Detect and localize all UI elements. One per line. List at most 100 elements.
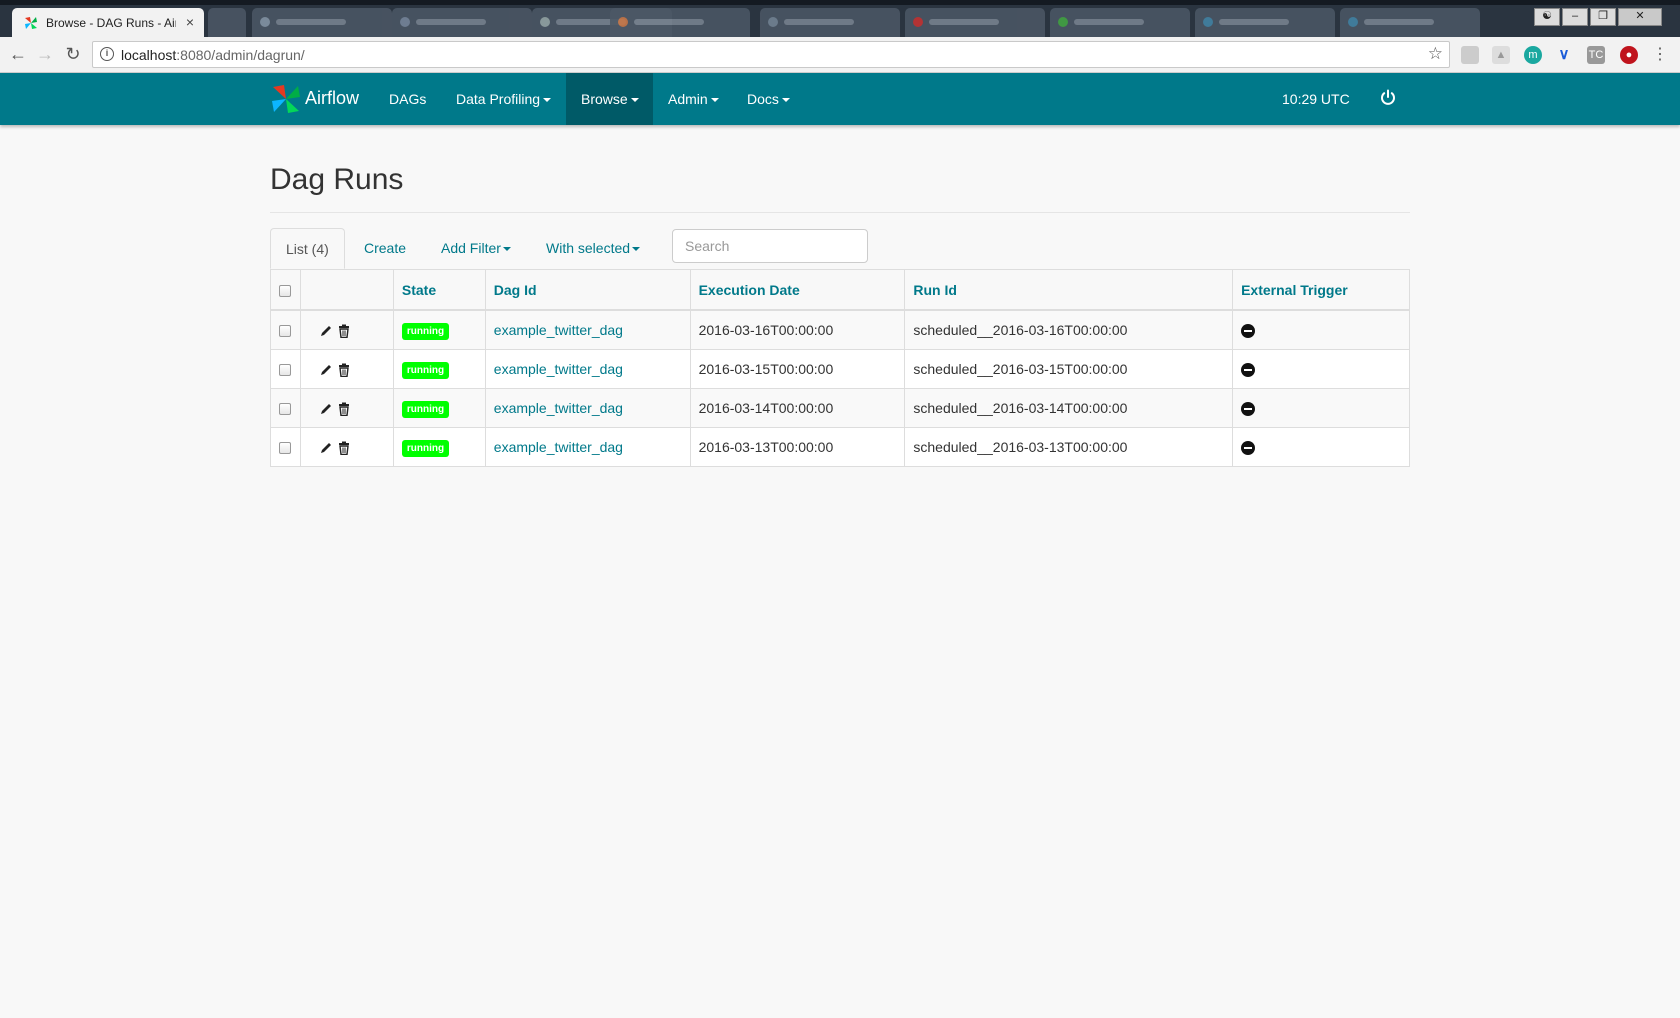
pencil-icon[interactable] [319, 324, 333, 338]
state-badge: running [401, 400, 450, 418]
window-restore-icon[interactable]: ❐ [1590, 8, 1616, 26]
extension-icon[interactable] [1461, 46, 1479, 64]
extension-red-icon[interactable]: ● [1620, 46, 1638, 64]
nav-dags-label: DAGs [389, 91, 427, 107]
row-select-cell [270, 427, 301, 467]
row-checkbox[interactable] [279, 364, 291, 377]
trash-icon[interactable] [337, 441, 351, 456]
run-id-header-label: Run Id [913, 281, 957, 298]
run-id-header[interactable]: Run Id [904, 269, 1234, 311]
tab-title-blurred [416, 19, 486, 25]
browser-menu-icon[interactable]: ⋮ [1651, 46, 1669, 64]
execution-date-cell: 2016-03-15T00:00:00 [689, 349, 906, 389]
external-trigger-cell [1232, 309, 1410, 350]
nav-browse[interactable]: Browse [566, 73, 653, 125]
nav-docs[interactable]: Docs [732, 73, 805, 125]
run-id-cell: scheduled__2016-03-15T00:00:00 [904, 349, 1234, 389]
row-checkbox[interactable] [279, 442, 291, 455]
table-header-row: State Dag Id Execution Date Run Id Exter… [270, 269, 1410, 311]
trash-icon[interactable] [337, 324, 351, 339]
execution-date-cell: 2016-03-14T00:00:00 [689, 388, 906, 428]
tab-close-icon[interactable]: × [186, 14, 194, 30]
reload-icon[interactable]: ↻ [63, 44, 83, 64]
utc-clock: 10:29 UTC [1282, 91, 1350, 107]
browser-address-bar: ← → ↻ i localhost:8080/admin/dagrun/ ☆ ▲… [0, 37, 1680, 73]
window-user-icon[interactable]: ☯ [1534, 8, 1560, 26]
row-actions-cell [299, 349, 394, 389]
logout-power-icon[interactable] [1379, 89, 1397, 107]
forward-arrow-icon[interactable]: → [35, 44, 55, 64]
state-cell: running [392, 349, 486, 389]
external-trigger-cell [1232, 427, 1410, 467]
run-id-cell: scheduled__2016-03-16T00:00:00 [904, 309, 1234, 350]
browser-tab-active[interactable]: Browse - DAG Runs - Air × [12, 8, 204, 37]
nav-admin[interactable]: Admin [653, 73, 734, 125]
browser-tab[interactable] [252, 8, 392, 37]
row-checkbox[interactable] [279, 325, 291, 338]
search-input[interactable] [672, 229, 868, 263]
browser-tab[interactable] [905, 8, 1045, 37]
pencil-icon[interactable] [319, 441, 333, 455]
dag-id-header-label: Dag Id [493, 281, 537, 298]
dag-id-link[interactable]: example_twitter_dag [494, 400, 623, 416]
extension-v-icon[interactable]: ∨ [1555, 46, 1573, 64]
caret-down-icon [710, 98, 719, 103]
extension-m-icon[interactable]: m [1524, 46, 1542, 64]
execution-date-header[interactable]: Execution Date [689, 269, 906, 311]
window-close-icon[interactable]: ✕ [1618, 8, 1662, 26]
trash-icon[interactable] [337, 363, 351, 378]
browser-tab[interactable] [1195, 8, 1335, 37]
tab-title-blurred [929, 19, 999, 25]
dag-id-header[interactable]: Dag Id [484, 269, 691, 311]
tab-favicon-icon [768, 17, 778, 27]
url-host: localhost [121, 47, 177, 63]
window-minimize-icon[interactable]: – [1562, 8, 1588, 26]
tab-title-blurred [634, 19, 704, 25]
browser-tab[interactable] [1050, 8, 1190, 37]
extension-tc-icon[interactable]: TC [1587, 46, 1605, 64]
caret-down-icon [543, 98, 552, 103]
tab-favicon-icon [1348, 17, 1358, 27]
tab-list[interactable]: List (4) [270, 228, 345, 269]
tab-favicon-icon [540, 17, 550, 27]
state-header[interactable]: State [392, 269, 486, 311]
browser-tab[interactable] [1340, 8, 1480, 37]
page-title: Dag Runs [270, 163, 404, 196]
bookmark-star-icon[interactable]: ☆ [1428, 44, 1443, 64]
dag-id-link[interactable]: example_twitter_dag [494, 361, 623, 377]
tab-title-blurred [784, 19, 854, 25]
external-trigger-header[interactable]: External Trigger [1232, 269, 1410, 311]
caret-down-icon [630, 98, 639, 103]
url-field[interactable]: i localhost:8080/admin/dagrun/ ☆ [92, 41, 1450, 68]
tab-favicon-icon [1058, 17, 1068, 27]
execution-date-cell: 2016-03-16T00:00:00 [689, 309, 906, 350]
dag-id-link[interactable]: example_twitter_dag [494, 439, 623, 455]
execution-date-cell: 2016-03-13T00:00:00 [689, 427, 906, 467]
select-all-checkbox[interactable] [279, 284, 291, 297]
row-checkbox[interactable] [279, 403, 291, 416]
minus-circle-icon [1241, 363, 1256, 378]
nav-data-profiling[interactable]: Data Profiling [441, 73, 566, 125]
table-row: running example_twitter_dag 2016-03-14T0… [270, 388, 1410, 428]
tab-create[interactable]: Create [349, 228, 421, 269]
nav-dags[interactable]: DAGs [374, 73, 441, 125]
new-tab-button[interactable] [208, 8, 246, 37]
tab-title-blurred [1219, 19, 1289, 25]
extension-icon[interactable]: ▲ [1492, 46, 1510, 64]
row-select-cell [270, 349, 301, 389]
pencil-icon[interactable] [319, 402, 333, 416]
pencil-icon[interactable] [319, 363, 333, 377]
trash-icon[interactable] [337, 402, 351, 417]
browser-tab[interactable] [392, 8, 532, 37]
table-row: running example_twitter_dag 2016-03-15T0… [270, 349, 1410, 389]
browser-tab[interactable] [610, 8, 750, 37]
state-cell: running [392, 427, 486, 467]
with-selected-dropdown[interactable]: With selected [531, 228, 655, 269]
back-arrow-icon[interactable]: ← [8, 44, 28, 64]
with-selected-label: With selected [546, 240, 631, 256]
dag-id-link[interactable]: example_twitter_dag [494, 322, 623, 338]
site-info-icon[interactable]: i [100, 47, 114, 61]
browser-tab[interactable] [760, 8, 900, 37]
add-filter-dropdown[interactable]: Add Filter [426, 228, 526, 269]
row-actions-cell [299, 309, 394, 350]
